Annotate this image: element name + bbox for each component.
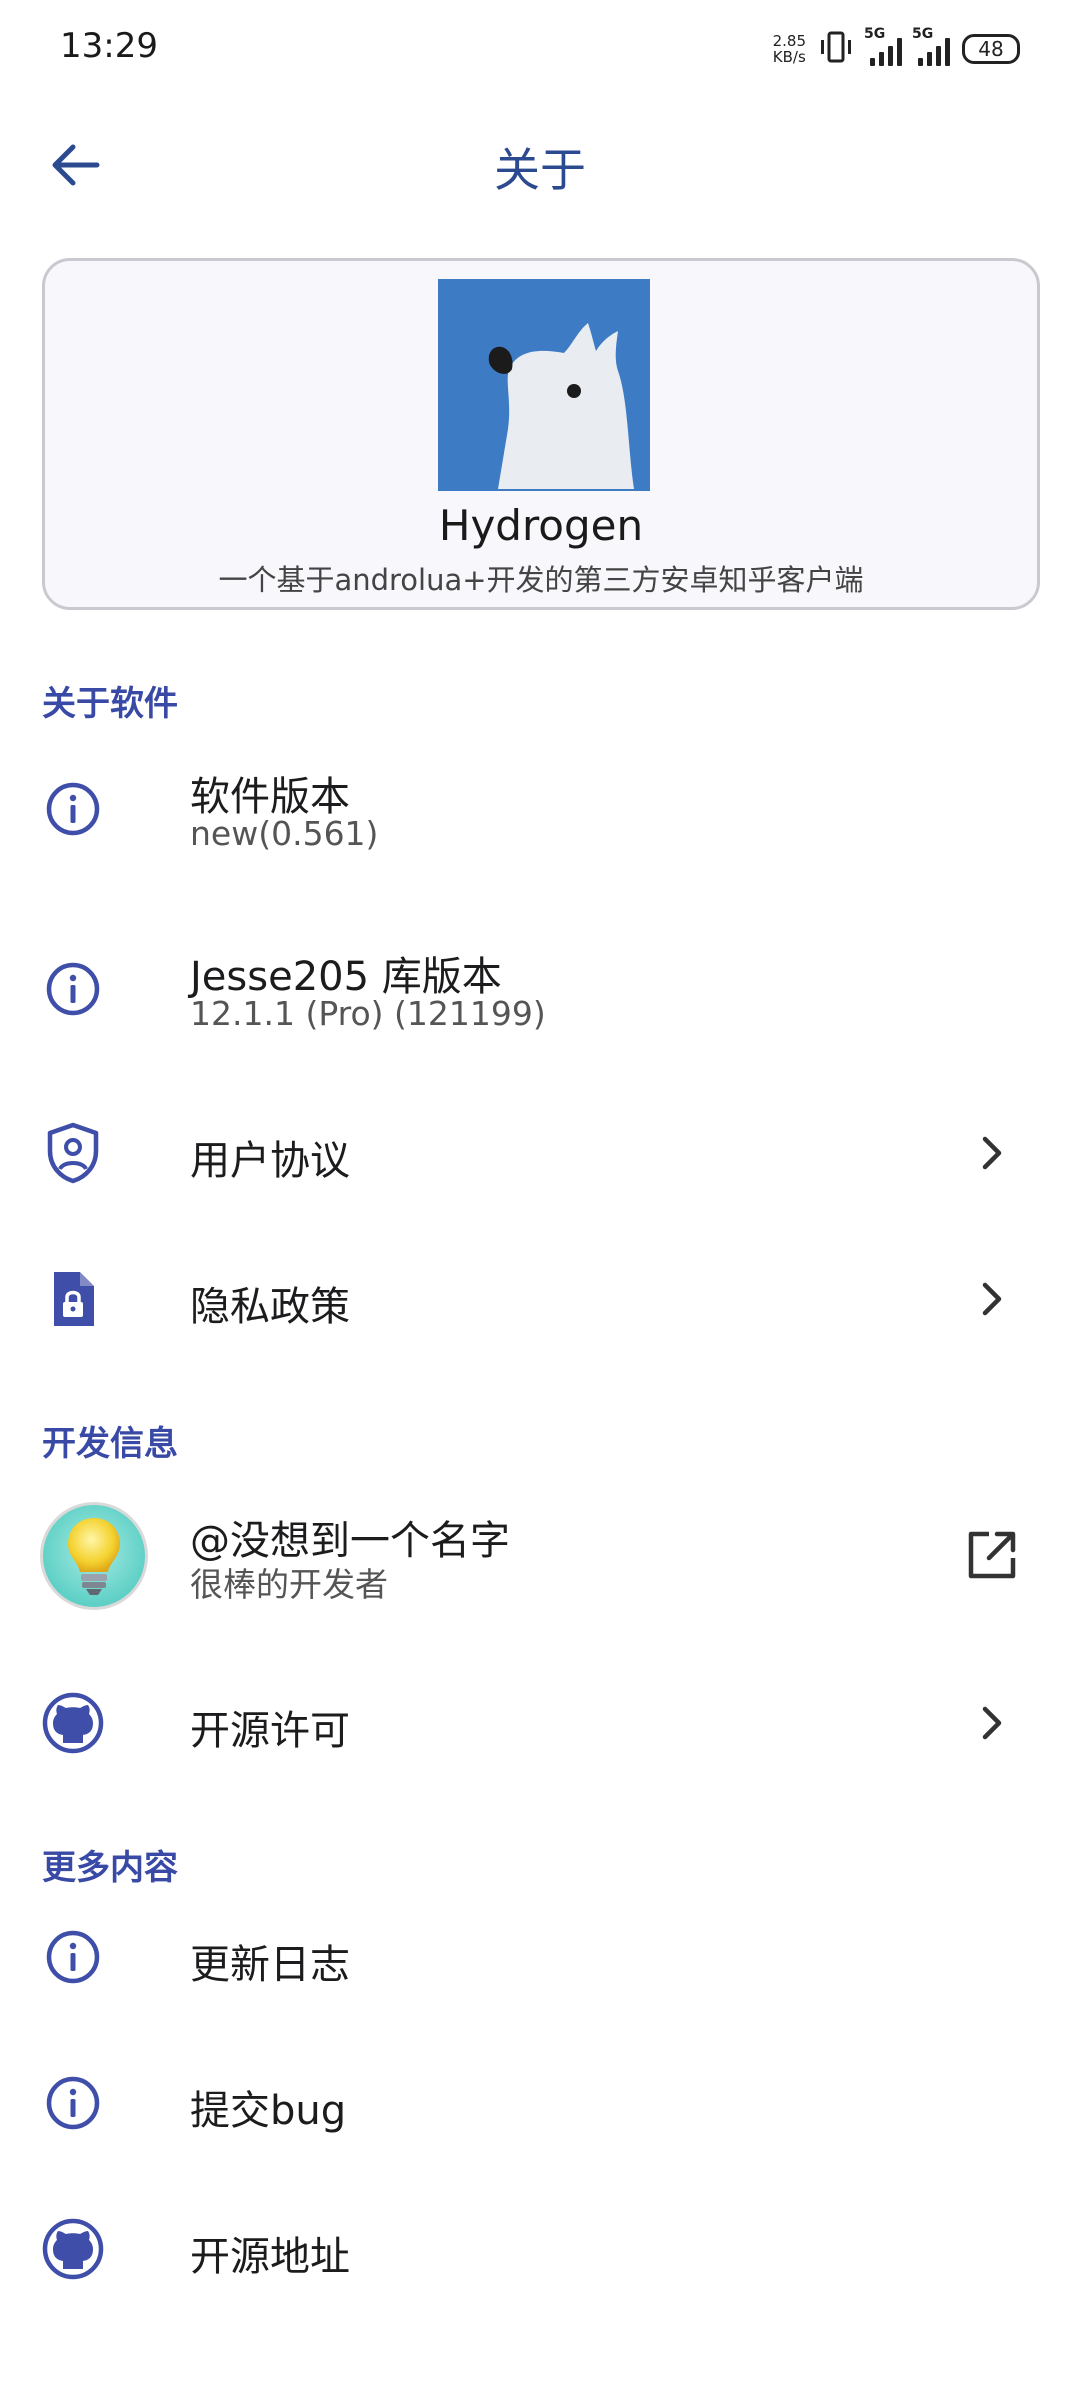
- report-bug-title: 提交bug: [190, 2088, 347, 2134]
- chevron-right-icon: [964, 1695, 1020, 1751]
- status-bar: 13:29 2.85 KB/s 5G 5G 48: [0, 0, 1080, 96]
- signal-sim1-icon: 5G: [864, 26, 902, 66]
- info-icon: [40, 956, 106, 1022]
- source-address-row[interactable]: 开源地址: [0, 2206, 1080, 2292]
- app-description: 一个基于androlua+开发的第三方安卓知乎客户端: [218, 563, 864, 597]
- battery-icon: 48: [962, 34, 1020, 64]
- changelog-row[interactable]: 更新日志: [0, 1914, 1080, 2000]
- open-source-license-title: 开源许可: [190, 1708, 350, 1754]
- open-external-icon: [964, 1527, 1020, 1583]
- version-row[interactable]: 软件版本 new(0.561): [0, 748, 1080, 868]
- status-indicators: 2.85 KB/s 5G 5G 48: [773, 26, 1020, 72]
- chevron-right-icon: [964, 1125, 1020, 1181]
- info-icon: [40, 776, 106, 842]
- app-name: Hydrogen: [438, 501, 644, 550]
- status-time: 13:29: [60, 26, 158, 66]
- github-icon: [40, 1690, 106, 1756]
- version-value: new(0.561): [190, 814, 379, 853]
- source-address-title: 开源地址: [190, 2234, 350, 2280]
- app-info-card: Hydrogen 一个基于androlua+开发的第三方安卓知乎客户端: [42, 258, 1040, 610]
- signal-sim2-icon: 5G: [912, 26, 950, 66]
- page-title: 关于: [494, 143, 586, 197]
- section-dev-info: 开发信息: [42, 1424, 178, 1464]
- report-bug-row[interactable]: 提交bug: [0, 2060, 1080, 2146]
- privacy-row[interactable]: 隐私政策: [0, 1256, 1080, 1342]
- github-icon: [40, 2216, 106, 2282]
- info-icon: [40, 1924, 106, 1990]
- document-lock-icon: [40, 1266, 106, 1332]
- developer-row[interactable]: @没想到一个名字 很棒的开发者: [0, 1492, 1080, 1622]
- network-speed: 2.85 KB/s: [772, 32, 806, 66]
- info-icon: [40, 2070, 106, 2136]
- lightbulb-avatar: [40, 1502, 148, 1610]
- user-agreement-title: 用户协议: [190, 1138, 350, 1184]
- section-more: 更多内容: [42, 1848, 178, 1888]
- developer-role: 很棒的开发者: [190, 1565, 388, 1604]
- privacy-title: 隐私政策: [190, 1284, 350, 1330]
- changelog-title: 更新日志: [190, 1942, 350, 1988]
- shield-person-icon: [40, 1120, 106, 1186]
- lib-version-row[interactable]: Jesse205 库版本 12.1.1 (Pro) (121199): [0, 928, 1080, 1048]
- lib-version-value: 12.1.1 (Pro) (121199): [190, 994, 546, 1033]
- section-about-software: 关于软件: [42, 684, 178, 724]
- app-logo: [438, 279, 650, 491]
- app-bar: 关于: [0, 100, 1080, 230]
- open-source-license-row[interactable]: 开源许可: [0, 1680, 1080, 1766]
- vibrate-icon: [818, 31, 854, 67]
- user-agreement-row[interactable]: 用户协议: [0, 1110, 1080, 1196]
- chevron-right-icon: [964, 1271, 1020, 1327]
